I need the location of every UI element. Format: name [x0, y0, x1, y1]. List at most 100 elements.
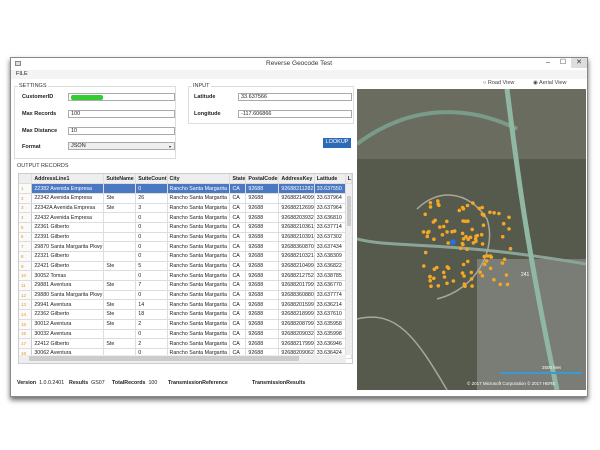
minimize-button[interactable]: –: [541, 58, 555, 68]
result-pin[interactable]: [436, 199, 440, 203]
result-pin[interactable]: [421, 230, 426, 234]
result-pin[interactable]: [445, 265, 450, 269]
table-row[interactable]: 12 29880 Santa Margarita Pkwy 0 Rancho Sant…: [19, 290, 352, 301]
table-row[interactable]: 6 22391 Gilberto 0 Rancho Santa Margarita CA…: [19, 232, 352, 243]
lookup-button[interactable]: LOOKUP: [323, 138, 351, 148]
table-row[interactable]: 1 22382 Avenida Empresa 0 Rancho Santa Marg…: [19, 183, 352, 194]
result-pin[interactable]: [500, 261, 505, 265]
result-pin[interactable]: [460, 205, 465, 210]
column-header[interactable]: SuiteCount: [135, 174, 168, 185]
result-pin[interactable]: [474, 239, 478, 244]
result-pin[interactable]: [462, 274, 466, 278]
result-pin[interactable]: [441, 224, 446, 229]
hscroll-thumb[interactable]: [29, 356, 299, 361]
aerial-map[interactable]: 241 2500 feet © 2017 Microsoft Corporati…: [357, 89, 586, 390]
table-row[interactable]: 10 30052 Tomas 0 Rancho Santa Margarita CA 92…: [19, 270, 352, 282]
result-pin[interactable]: [492, 277, 496, 282]
result-pin[interactable]: [450, 229, 454, 234]
result-pin[interactable]: [488, 210, 492, 215]
result-pin[interactable]: [502, 257, 507, 262]
result-pin[interactable]: [446, 241, 450, 245]
result-pin[interactable]: [438, 225, 442, 229]
map-view[interactable]: 241 2500 feet © 2017 Microsoft Corporati…: [357, 89, 586, 390]
result-pin[interactable]: [497, 211, 501, 216]
result-pin[interactable]: [445, 219, 449, 224]
result-pin[interactable]: [484, 259, 489, 263]
column-header[interactable]: Latitude: [314, 174, 346, 185]
table-row[interactable]: 2 22342 Avenida Empresa Ste 26 Rancho Santa …: [19, 193, 352, 204]
result-pin[interactable]: [428, 201, 433, 205]
result-pin[interactable]: [505, 282, 510, 287]
result-pin[interactable]: [451, 279, 456, 283]
table-row[interactable]: 15 30012 Aventura Ste 2 Rancho Santa Margari…: [19, 319, 352, 330]
result-pin[interactable]: [500, 234, 505, 239]
column-header[interactable]: SuiteName: [103, 174, 137, 185]
result-pin[interactable]: [461, 262, 466, 267]
result-pin[interactable]: [485, 254, 490, 258]
result-pin[interactable]: [488, 266, 493, 271]
result-pin[interactable]: [469, 270, 474, 275]
result-pin[interactable]: [466, 237, 470, 241]
result-pin[interactable]: [457, 208, 462, 213]
result-pin[interactable]: [479, 232, 484, 237]
column-header[interactable]: PostalCode: [245, 174, 280, 185]
horizontal-scrollbar[interactable]: [19, 355, 346, 363]
result-pin[interactable]: [466, 259, 470, 264]
table-row[interactable]: 4 22432 Avenida Empresa 0 Rancho Santa Marg…: [19, 212, 352, 223]
column-header[interactable]: L: [345, 174, 352, 185]
result-pin[interactable]: [432, 267, 437, 271]
result-pin[interactable]: [428, 205, 433, 209]
result-pin[interactable]: [470, 284, 474, 288]
result-pin[interactable]: [433, 218, 437, 223]
max-records-input[interactable]: 100: [68, 110, 175, 118]
result-pin[interactable]: [432, 276, 436, 281]
maximize-button[interactable]: ☐: [556, 58, 570, 68]
result-pin[interactable]: [508, 246, 513, 251]
result-pin[interactable]: [425, 230, 430, 235]
result-pin[interactable]: [480, 242, 485, 246]
table-row[interactable]: 16 30032 Aventura 0 Rancho Santa Margarita C…: [19, 329, 352, 340]
aerial-view-radio[interactable]: ◉ Aerial View: [533, 80, 566, 86]
result-pin[interactable]: [441, 270, 446, 275]
result-pin[interactable]: [460, 231, 465, 236]
column-header[interactable]: State: [229, 174, 247, 185]
result-pin[interactable]: [465, 203, 470, 208]
result-pin[interactable]: [504, 273, 509, 277]
result-pin[interactable]: [428, 278, 432, 283]
result-pin[interactable]: [482, 254, 487, 259]
result-pin[interactable]: [478, 270, 482, 275]
table-row[interactable]: 9 22421 Gilberto Ste 5 Rancho Santa Margarit…: [19, 261, 352, 272]
column-header[interactable]: AddressLine1: [31, 174, 105, 185]
table-row[interactable]: 8 22321 Gilberto 0 Rancho Santa Margarita CA…: [19, 251, 352, 262]
table-row[interactable]: 3 22342A Avenida Empresa Ste 3 Rancho Santa …: [19, 203, 352, 214]
table-row[interactable]: 17 22412 Gilberto Ste 2 Rancho Santa Margari…: [19, 338, 352, 349]
result-pin[interactable]: [501, 221, 506, 226]
table-row[interactable]: 7 29870 Santa Margarita Pkwy 0 Rancho Santa…: [19, 241, 352, 252]
column-header[interactable]: AddressKey: [278, 174, 315, 185]
result-pin[interactable]: [423, 212, 427, 217]
table-row[interactable]: 11 29881 Aventura Ste 7 Rancho Santa Margari…: [19, 280, 352, 291]
result-pin[interactable]: [492, 211, 496, 215]
scroll-thumb[interactable]: [347, 196, 351, 226]
result-pin[interactable]: [422, 264, 426, 268]
latitude-input[interactable]: 33.637566: [238, 93, 352, 101]
table-row[interactable]: 14 22362 Gilberto Ste 18 Rancho Santa Margar…: [19, 309, 352, 320]
result-pin[interactable]: [425, 234, 430, 239]
output-records-grid[interactable]: AddressLine1 SuiteName SuiteCount City State…: [18, 173, 353, 364]
result-pin[interactable]: [482, 213, 486, 218]
column-header[interactable]: City: [167, 174, 231, 185]
result-pin[interactable]: [465, 247, 469, 251]
result-pin[interactable]: [463, 219, 468, 224]
result-pin[interactable]: [482, 262, 487, 267]
table-row[interactable]: 5 22361 Gilberto 0 Rancho Santa Margarita CA…: [19, 222, 352, 233]
result-pin[interactable]: [445, 230, 449, 234]
result-pin[interactable]: [432, 237, 436, 241]
result-pin[interactable]: [458, 246, 463, 251]
result-pin[interactable]: [469, 277, 474, 281]
longitude-input[interactable]: -117.606866: [238, 110, 352, 118]
result-pin[interactable]: [423, 250, 428, 255]
result-pin[interactable]: [442, 275, 447, 279]
result-pin[interactable]: [471, 201, 475, 205]
format-select[interactable]: JSON ▾: [68, 142, 175, 150]
result-pin[interactable]: [436, 284, 441, 288]
